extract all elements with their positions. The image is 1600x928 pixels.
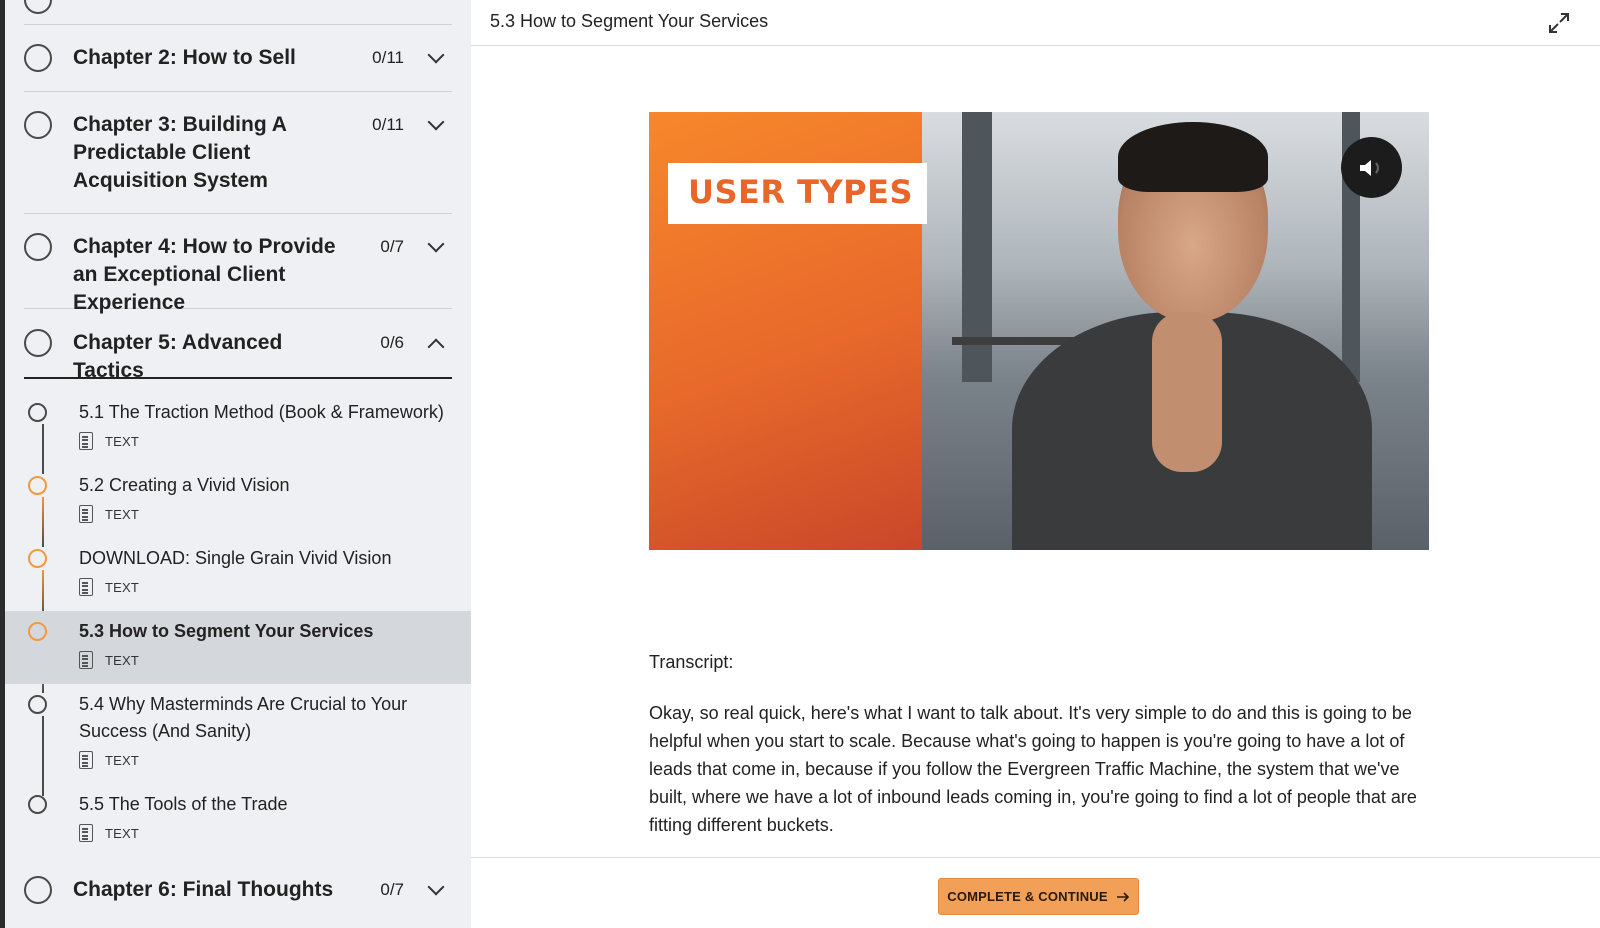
chapter-progress-count: 0/11 [372, 48, 404, 67]
text-document-icon [79, 651, 93, 669]
chevron-up-icon[interactable] [427, 338, 445, 356]
arrow-right-icon [1116, 891, 1129, 902]
lesson-type-label: TEXT [105, 652, 140, 668]
chapter-progress-count: 0/7 [380, 237, 404, 256]
lesson-status-circle [28, 476, 47, 495]
chapter-5[interactable]: Chapter 5: Advanced Tactics 0/6 [24, 309, 452, 382]
lesson-type: TEXT [79, 431, 139, 451]
lesson-content: 5.3 How to Segment Your Services USER TY… [471, 0, 1600, 928]
chevron-down-icon[interactable] [427, 878, 445, 896]
chapter-status-circle [24, 876, 52, 904]
lesson-item[interactable]: 5.2 Creating a Vivid Vision TEXT [5, 465, 471, 538]
mute-button[interactable] [1341, 137, 1402, 198]
lesson-type-label: TEXT [105, 579, 140, 595]
lesson-title: 5.1 The Traction Method (Book & Framewor… [79, 402, 444, 422]
lesson-type-label: TEXT [105, 825, 140, 841]
chapter-4[interactable]: Chapter 4: How to Provide an Exceptional… [24, 214, 452, 314]
chapter-progress-count: 0/6 [380, 333, 404, 352]
chapter-progress-count: 0/11 [372, 115, 404, 134]
text-document-icon [79, 432, 93, 450]
transcript-heading: Transcript: [649, 652, 734, 672]
lesson-item-active[interactable]: 5.3 How to Segment Your Services TEXT [5, 611, 471, 684]
lesson-title: 5.4 Why Masterminds Are Crucial to Your … [79, 694, 408, 741]
continue-button-label: COMPLETE & CONTINUE [947, 889, 1108, 904]
lesson-type: TEXT [79, 650, 139, 670]
chapter-status-circle [24, 0, 52, 14]
chapter-title: Chapter 5: Advanced Tactics [73, 331, 283, 382]
lesson-footer: COMPLETE & CONTINUE [471, 857, 1600, 928]
lesson-type-label: TEXT [105, 506, 140, 522]
text-document-icon [79, 751, 93, 769]
complete-continue-button[interactable]: COMPLETE & CONTINUE [938, 878, 1139, 915]
lesson-title: 5.5 The Tools of the Trade [79, 794, 288, 814]
lesson-type-label: TEXT [105, 433, 140, 449]
chapter-status-circle [24, 329, 52, 357]
chapter-status-circle [24, 233, 52, 261]
lesson-status-circle [28, 549, 47, 568]
video-presenter [1152, 312, 1222, 472]
lesson-item[interactable]: 5.1 The Traction Method (Book & Framewor… [5, 392, 471, 465]
video-title-text: USER TYPES [688, 173, 914, 211]
chapter-status-circle [24, 111, 52, 139]
lesson-status-circle [28, 695, 47, 714]
chapter-title: Chapter 6: Final Thoughts [73, 878, 334, 901]
chapter-6[interactable]: Chapter 6: Final Thoughts 0/7 [24, 862, 452, 928]
lesson-item[interactable]: 5.4 Why Masterminds Are Crucial to Your … [5, 684, 471, 784]
chevron-down-icon[interactable] [427, 235, 445, 253]
lesson-type: TEXT [79, 577, 139, 597]
chapter-title: Chapter 4: How to Provide an Exceptional… [73, 235, 336, 314]
chapter-progress-count: 0/7 [380, 880, 404, 899]
expand-icon[interactable] [1548, 12, 1570, 34]
lesson-item[interactable]: 5.5 The Tools of the Trade TEXT [5, 784, 471, 857]
chevron-down-icon[interactable] [427, 46, 445, 64]
video-title-card: USER TYPES [668, 163, 927, 224]
lesson-type: TEXT [79, 823, 139, 843]
video-player[interactable]: USER TYPES [649, 112, 1429, 550]
transcript-body: Okay, so real quick, here's what I want … [649, 703, 1417, 835]
text-document-icon [79, 505, 93, 523]
lesson-type-label: TEXT [105, 752, 140, 768]
page-title: 5.3 How to Segment Your Services [490, 11, 769, 31]
volume-icon [1359, 159, 1379, 176]
chapter-previous-partial [24, 0, 452, 25]
text-document-icon [79, 578, 93, 596]
lesson-title: DOWNLOAD: Single Grain Vivid Vision [79, 548, 392, 568]
lesson-title: 5.3 How to Segment Your Services [79, 621, 374, 641]
course-sidebar: Chapter 2: How to Sell 0/11 Chapter 3: B… [5, 0, 471, 928]
lesson-type: TEXT [79, 750, 139, 770]
chapter-2[interactable]: Chapter 2: How to Sell 0/11 [24, 25, 452, 92]
chapter-status-circle [24, 44, 52, 72]
chapter-title: Chapter 3: Building A Predictable Client… [73, 113, 287, 192]
lesson-item[interactable]: DOWNLOAD: Single Grain Vivid Vision TEXT [5, 538, 471, 611]
lesson-header: 5.3 How to Segment Your Services [471, 0, 1600, 46]
lesson-status-circle [28, 622, 47, 641]
video-presenter [1118, 122, 1268, 192]
chapter-title: Chapter 2: How to Sell [73, 46, 296, 69]
lesson-title: 5.2 Creating a Vivid Vision [79, 475, 290, 495]
chevron-down-icon[interactable] [427, 113, 445, 131]
text-document-icon [79, 824, 93, 842]
lesson-status-circle [28, 795, 47, 814]
chapter-3[interactable]: Chapter 3: Building A Predictable Client… [24, 92, 452, 214]
lesson-status-circle [28, 403, 47, 422]
lesson-type: TEXT [79, 504, 139, 524]
